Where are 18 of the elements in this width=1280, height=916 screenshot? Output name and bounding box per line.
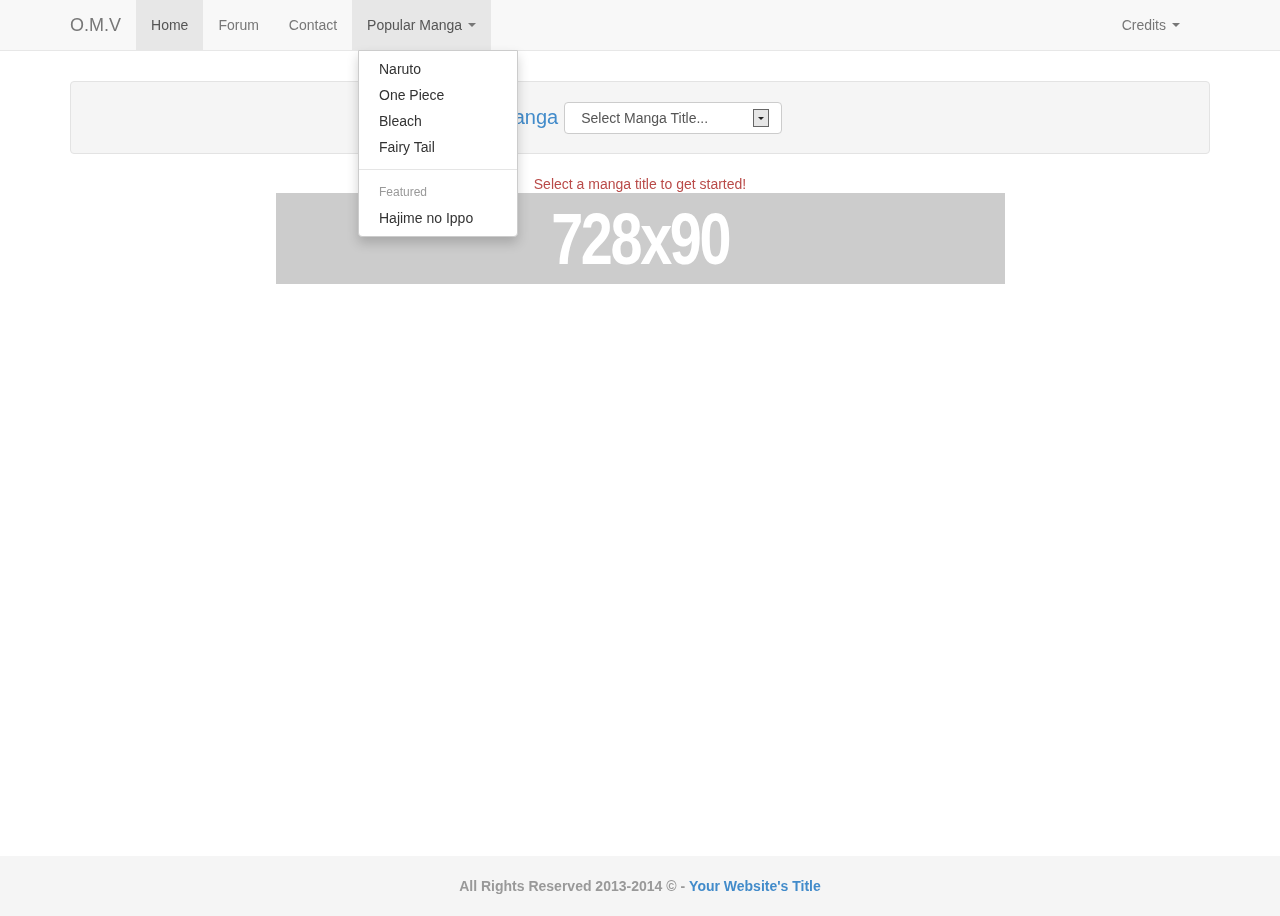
menu-item[interactable]: Hajime no Ippo	[359, 205, 517, 231]
website-link[interactable]: Your Website's Title	[689, 878, 821, 894]
menu-item[interactable]: Bleach	[359, 108, 517, 134]
nav-link[interactable]: Credits	[1106, 0, 1195, 50]
nav-link[interactable]: Home	[136, 0, 204, 50]
select-field[interactable]: Select Manga Title...	[564, 101, 783, 134]
copyright-text: All Rights Reserved 2013-2014 © -	[459, 878, 686, 894]
caret-icon	[468, 23, 477, 27]
caret-icon	[1172, 23, 1180, 27]
nav-link[interactable]: Popular Manga	[352, 0, 492, 50]
status-message: Select a manga title to get started!	[533, 176, 747, 193]
menu-item[interactable]: One Piece	[359, 82, 517, 108]
menu-item[interactable]: Naruto	[359, 56, 517, 82]
nav-link[interactable]: Contact	[273, 0, 353, 50]
brand-link[interactable]: O.M.V	[70, 0, 136, 50]
menu-header: Featured	[378, 184, 429, 201]
menu-item[interactable]: Fairy Tail	[359, 134, 517, 160]
nav-link[interactable]: Forum	[203, 0, 274, 50]
